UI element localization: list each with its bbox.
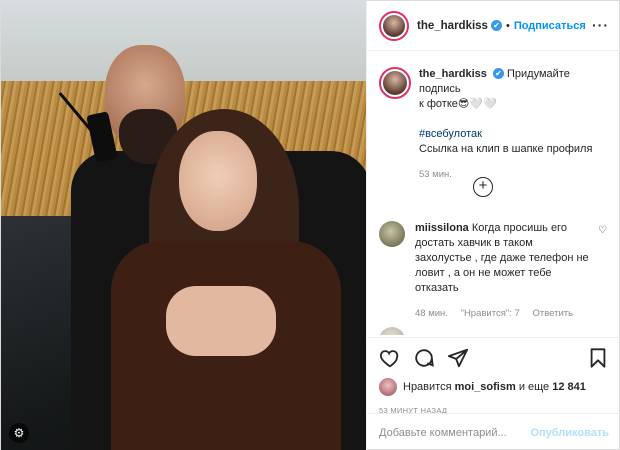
caption-text-block: the_hardkiss ✔ Придумайте подпись к фотк… <box>419 67 611 182</box>
caption-text-line2: к фотке <box>419 98 458 110</box>
comment-meta: 48 мин. "Нравится": 7 Ответить <box>415 306 590 321</box>
caption-emoji: 😎🤍🤍 <box>457 98 497 110</box>
avatar[interactable] <box>379 10 409 41</box>
liker-avatar[interactable] <box>379 378 397 396</box>
action-icons-row <box>379 346 609 370</box>
likes-summary: Нравится moi_sofism и еще 12 841 <box>379 378 609 396</box>
post-window: ⚙ the_hardkiss ✔ • Подписаться ··· the_h… <box>0 0 620 450</box>
post-actions: Нравится moi_sofism и еще 12 841 53 МИНУ… <box>367 337 620 415</box>
comment-username[interactable]: miissilona <box>415 222 469 234</box>
add-comment-bar: Опубликовать <box>367 413 620 450</box>
comment-icon[interactable] <box>413 347 435 369</box>
post-side-panel: the_hardkiss ✔ • Подписаться ··· the_har… <box>366 1 620 450</box>
caption-time: 53 мин. <box>419 169 452 180</box>
heart-icon[interactable] <box>379 347 401 369</box>
likes-user[interactable]: moi_sofism <box>455 381 516 393</box>
comment-item: miissilona Когда просишь его достать хав… <box>379 221 611 321</box>
load-more-comments-button[interactable]: + <box>473 177 493 197</box>
likes-prefix: Нравится <box>403 381 452 393</box>
comment-likes[interactable]: "Нравится": 7 <box>461 308 520 319</box>
follow-button[interactable]: Подписаться <box>514 20 586 32</box>
header-separator: • <box>505 19 510 32</box>
post-caption: the_hardkiss ✔ Придумайте подпись к фотк… <box>379 67 611 182</box>
caption-username[interactable]: the_hardkiss <box>419 68 487 80</box>
next-comment-partial <box>379 327 611 335</box>
bookmark-icon[interactable] <box>587 347 609 369</box>
comment-like-heart-icon[interactable]: ♡ <box>598 225 607 236</box>
comment-avatar[interactable] <box>379 221 405 247</box>
comment-reply-button[interactable]: Ответить <box>532 308 573 319</box>
post-photo[interactable]: ⚙ <box>1 1 366 450</box>
comment-body: miissilona Когда просишь его достать хав… <box>415 221 590 321</box>
next-comment-avatar <box>379 327 405 335</box>
photo-hands <box>166 286 276 356</box>
photo-woman-face <box>179 131 257 231</box>
publish-button[interactable]: Опубликовать <box>530 427 609 439</box>
settings-icon[interactable]: ⚙ <box>9 423 29 443</box>
comment-time: 48 мин. <box>415 308 448 319</box>
caption-text-line3: Ссылка на клип в шапке профиля <box>419 143 593 155</box>
comment-input[interactable] <box>379 426 531 439</box>
verified-badge-icon: ✔ <box>492 68 504 79</box>
header-username[interactable]: the_hardkiss <box>417 20 488 32</box>
likes-count[interactable]: 12 841 <box>552 381 586 393</box>
more-options-icon[interactable]: ··· <box>592 17 609 33</box>
likes-middle: и еще <box>518 381 550 393</box>
verified-badge-icon: ✔ <box>490 20 502 31</box>
caption-avatar[interactable] <box>379 67 411 99</box>
share-icon[interactable] <box>447 347 469 369</box>
caption-hashtag[interactable]: #всебулотак <box>419 128 482 140</box>
post-header: the_hardkiss ✔ • Подписаться ··· <box>367 1 620 51</box>
